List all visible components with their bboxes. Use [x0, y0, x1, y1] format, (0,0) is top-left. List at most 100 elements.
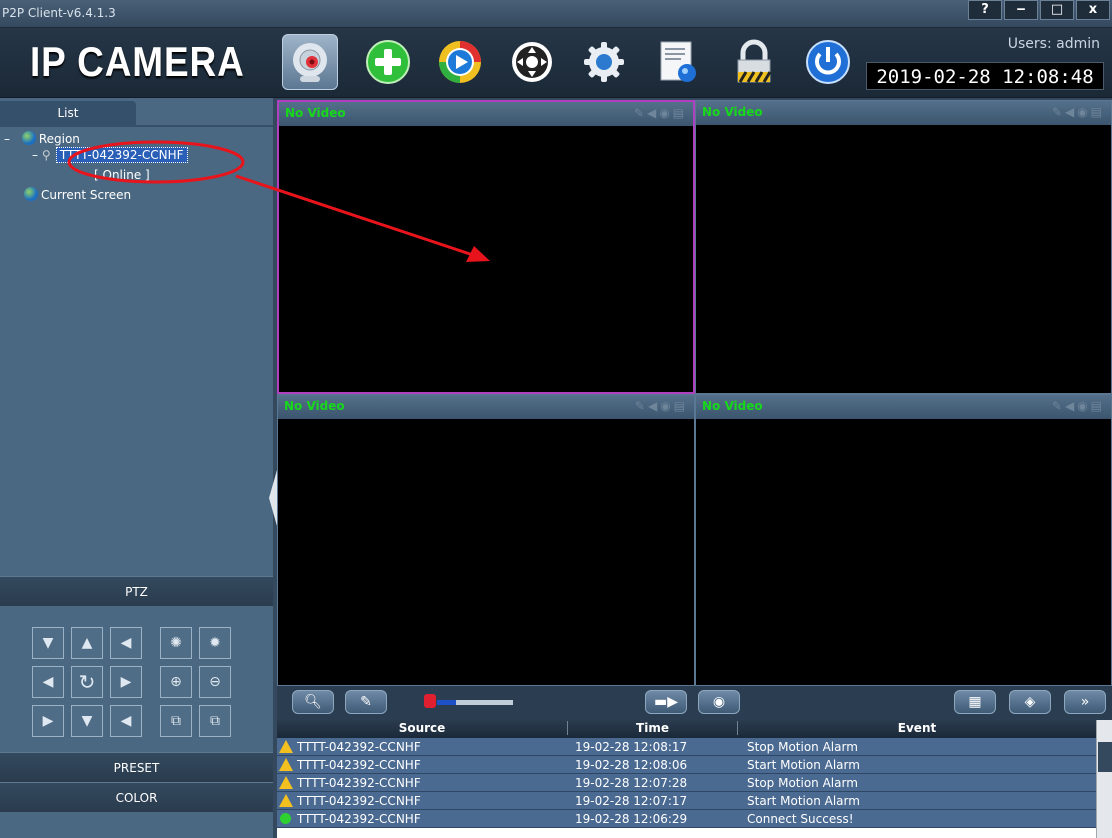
mute-icon[interactable]	[424, 694, 436, 708]
fullscreen-icon: ◈	[1024, 694, 1036, 710]
table-row[interactable]: TTTT-042392-CCNHF 19-02-28 12:08:06 Start …	[277, 756, 1096, 774]
no-video-label: No Video	[702, 399, 763, 413]
cell-time: 19-02-28 12:07:17	[575, 794, 688, 808]
arrow-right-icon: ▶	[120, 674, 132, 690]
zoom-in-button[interactable]: ⊕	[160, 666, 192, 698]
scrollbar-thumb[interactable]	[1098, 742, 1112, 772]
event-table-header: Source Time Event	[277, 720, 1096, 738]
ptz-control-button[interactable]	[504, 34, 560, 90]
device-name[interactable]: TTTT-042392-CCNHF	[55, 147, 188, 163]
camera-icon	[293, 43, 327, 82]
ptz-down-button[interactable]: ▼	[71, 705, 103, 737]
table-row[interactable]: TTTT-042392-CCNHF 19-02-28 12:06:29 Connec…	[277, 810, 1096, 828]
settings-button[interactable]	[576, 34, 632, 90]
cell-source: TTTT-042392-CCNHF	[297, 758, 421, 772]
table-row[interactable]: TTTT-042392-CCNHF 19-02-28 12:08:17 Stop M…	[277, 738, 1096, 756]
device-status: [ Online ]	[94, 168, 150, 182]
playback-button[interactable]	[432, 34, 488, 90]
color-section-header[interactable]: COLOR	[0, 782, 273, 812]
pane-status-icons: ✎◀◉▤	[1051, 399, 1105, 413]
warning-icon	[279, 776, 293, 789]
table-row[interactable]: TTTT-042392-CCNHF 19-02-28 12:07:17 Start …	[277, 792, 1096, 810]
arrow-left-icon: ◀	[120, 713, 132, 729]
cell-time: 19-02-28 12:07:28	[575, 776, 688, 790]
ptz-section-header[interactable]: PTZ	[0, 576, 273, 606]
video-pane-2[interactable]: No Video ✎◀◉▤	[695, 100, 1112, 394]
ptz-down-left-button[interactable]: ▶	[32, 705, 64, 737]
cell-source: TTTT-042392-CCNHF	[297, 776, 421, 790]
playback-icon	[439, 41, 481, 83]
pane-status-icons: ✎◀◉▤	[634, 399, 688, 413]
column-time[interactable]: Time	[567, 721, 737, 735]
video-pane-3[interactable]: No Video ✎◀◉▤	[277, 394, 695, 686]
fullscreen-button[interactable]: ◈	[1009, 690, 1051, 714]
search-button[interactable]: 🔍︎	[292, 690, 334, 714]
add-icon	[366, 40, 410, 84]
exit-button[interactable]	[800, 34, 856, 90]
cell-source: TTTT-042392-CCNHF	[297, 812, 421, 826]
iris-close-button[interactable]: ✹	[199, 627, 231, 659]
collapse-events-button[interactable]: »	[1064, 690, 1106, 714]
region-collapse-toggle[interactable]: –	[4, 132, 10, 146]
tab-list[interactable]: List	[0, 101, 136, 125]
talk-button[interactable]: ✎	[345, 690, 387, 714]
header: IP CAMERA Users: admin 2019-02-28 12:08:…	[0, 28, 1112, 98]
focus-far-button[interactable]: ⧉	[199, 705, 231, 737]
pane-status-icons: ✎◀◉▤	[1051, 105, 1105, 119]
video-pane-4[interactable]: No Video ✎◀◉▤	[695, 394, 1112, 686]
video-pane-1[interactable]: No Video ✎◀◉▤	[277, 100, 695, 394]
log-button[interactable]	[650, 34, 706, 90]
iris-open-button[interactable]: ✺	[160, 627, 192, 659]
record-button[interactable]: ▬▶	[645, 690, 687, 714]
preset-section-header[interactable]: PRESET	[0, 752, 273, 782]
window-controls: ? ‒ □ x	[966, 0, 1110, 20]
ptz-up-left-button[interactable]: ▼	[32, 627, 64, 659]
ptz-cruise-button[interactable]: ↻	[71, 666, 103, 698]
zoom-out-button[interactable]: ⊖	[199, 666, 231, 698]
grid-icon: ▦	[968, 694, 982, 710]
live-view-button[interactable]	[282, 34, 338, 90]
column-event[interactable]: Event	[737, 721, 1096, 735]
globe-icon	[21, 131, 36, 145]
tree-region[interactable]: – Region	[4, 131, 80, 146]
focus-near-button[interactable]: ⧉	[160, 705, 192, 737]
lock-button[interactable]	[726, 34, 782, 90]
close-button[interactable]: x	[1076, 0, 1110, 20]
title-bar: P2P Client-v6.4.1.3 ? ‒ □ x	[0, 0, 1112, 28]
ptz-up-right-button[interactable]: ◀	[110, 627, 142, 659]
arrow-down-right-icon: ▼	[42, 635, 54, 651]
add-device-button[interactable]	[360, 34, 416, 90]
table-row[interactable]: TTTT-042392-CCNHF 19-02-28 12:07:28 Stop M…	[277, 774, 1096, 792]
snapshot-button[interactable]: ◉	[698, 690, 740, 714]
warning-icon	[279, 740, 293, 753]
volume-slider[interactable]	[437, 700, 513, 705]
cell-source: TTTT-042392-CCNHF	[297, 794, 421, 808]
event-scrollbar[interactable]	[1096, 720, 1112, 838]
snapshot-icon: ◉	[712, 694, 726, 710]
arrow-right-icon: ▶	[42, 713, 54, 729]
column-source[interactable]: Source	[277, 721, 567, 735]
pane-status-icons: ✎◀◉▤	[633, 106, 687, 120]
ptz-right-button[interactable]: ▶	[110, 666, 142, 698]
ptz-left-button[interactable]: ◀	[32, 666, 64, 698]
tree-current-screen[interactable]: Current Screen	[24, 187, 131, 202]
datetime-display: 2019-02-28 12:08:48	[866, 62, 1104, 90]
lock-icon	[737, 39, 772, 83]
tree-device[interactable]: – ⚲ TTTT-042392-CCNHF	[32, 147, 188, 163]
cell-event: Connect Success!	[747, 812, 854, 826]
help-button[interactable]: ?	[968, 0, 1002, 20]
power-icon	[806, 40, 850, 84]
minimize-button[interactable]: ‒	[1004, 0, 1038, 20]
rotate-icon: ↻	[78, 670, 96, 694]
device-collapse-toggle[interactable]: –	[32, 148, 38, 162]
warning-icon	[279, 758, 293, 771]
arrow-down-icon: ▼	[81, 713, 93, 729]
pane-header: No Video ✎◀◉▤	[696, 395, 1111, 419]
ptz-up-button[interactable]: ▲	[71, 627, 103, 659]
maximize-button[interactable]: □	[1040, 0, 1074, 20]
tab-divider	[0, 125, 273, 127]
layout-button[interactable]: ▦	[954, 690, 996, 714]
zoom-out-icon: ⊖	[209, 674, 221, 690]
arrow-up-icon: ▲	[81, 635, 93, 651]
ptz-down-right-button[interactable]: ◀	[110, 705, 142, 737]
